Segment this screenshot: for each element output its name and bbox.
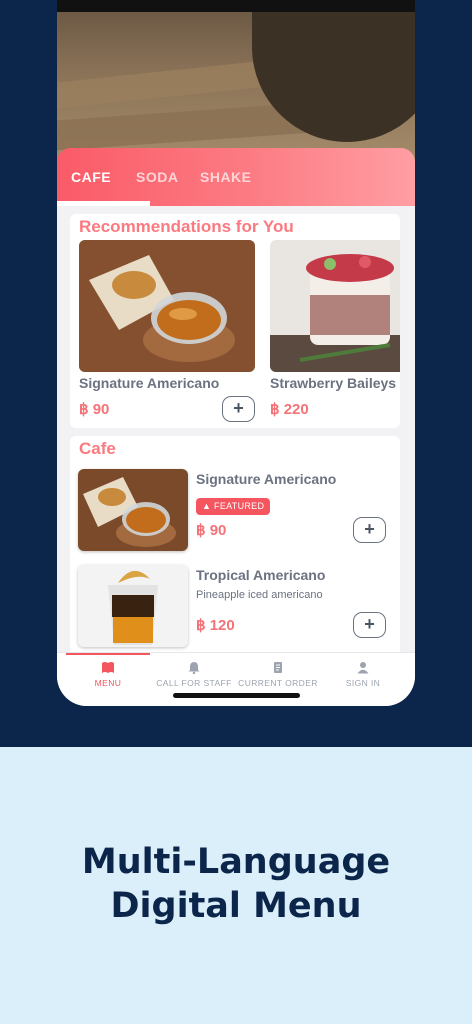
hero-banner-image (57, 12, 415, 162)
menu-item-name: Tropical Americano (196, 567, 326, 583)
cafe-section-title: Cafe (79, 439, 116, 458)
add-to-order-button[interactable]: + (353, 517, 386, 543)
receipt-icon (274, 662, 282, 673)
recommendation-price: ฿ 90 (79, 401, 110, 418)
tab-shake[interactable]: SHAKE (200, 148, 252, 206)
phone-frame: CAFE SODA SHAKE Recommendations for You (57, 0, 415, 706)
home-indicator (173, 693, 300, 698)
menu-item-description: Pineapple iced americano (196, 589, 323, 601)
recommendation-name: Strawberry Baileys (270, 375, 397, 391)
strawberry-baileys-image (270, 240, 400, 372)
recommendation-price: ฿ 220 (270, 401, 309, 418)
tab-soda[interactable]: SODA (136, 148, 178, 206)
tab-cafe[interactable]: CAFE (71, 148, 111, 206)
featured-badge-label: FEATURED (214, 501, 265, 511)
recommendation-name: Signature Americano (79, 375, 220, 391)
promo-tagline: Multi-Language Digital Menu (0, 840, 472, 928)
nav-menu[interactable]: MENU (64, 653, 152, 706)
add-to-order-button[interactable]: + (353, 612, 386, 638)
cafe-section: Cafe Signature Americano ▲ FEATURED ฿ 90… (70, 436, 400, 652)
tropical-americano-thumb (78, 565, 188, 647)
flame-icon: ▲ (202, 501, 212, 511)
recommendations-section: Recommendations for You Signature Americ (70, 214, 400, 428)
signature-americano-thumb (78, 469, 188, 551)
nav-label: CURRENT ORDER (238, 678, 318, 688)
status-bar (57, 0, 415, 12)
menu-item[interactable]: Signature Americano ▲ FEATURED ฿ 90 + (78, 469, 398, 553)
recommendations-title: Recommendations for You (79, 217, 294, 236)
nav-label: MENU (94, 678, 122, 688)
bell-icon (188, 662, 200, 674)
user-icon (357, 662, 369, 674)
signature-americano-image (79, 240, 255, 372)
tagline-line-1: Multi-Language (81, 842, 391, 882)
tagline-line-2: Digital Menu (110, 886, 362, 926)
featured-badge: ▲ FEATURED (196, 498, 271, 515)
menu-item-name: Signature Americano (196, 471, 337, 487)
nav-current-order[interactable]: CURRENT ORDER (234, 653, 322, 706)
menu-item-price: ฿ 120 (196, 617, 235, 634)
menu-item-price: ฿ 90 (196, 522, 227, 539)
nav-call-for-staff[interactable]: CALL FOR STAFF (150, 653, 238, 706)
nav-label: SIGN IN (345, 678, 381, 688)
add-to-order-button[interactable]: + (222, 396, 255, 422)
menu-content[interactable]: Recommendations for You Signature Americ (57, 206, 415, 652)
nav-sign-in[interactable]: SIGN IN (319, 653, 407, 706)
book-icon (102, 662, 114, 673)
nav-label: CALL FOR STAFF (156, 678, 232, 688)
menu-item[interactable]: Tropical Americano Pineapple iced americ… (78, 565, 398, 649)
category-tabbar: CAFE SODA SHAKE (57, 148, 415, 206)
